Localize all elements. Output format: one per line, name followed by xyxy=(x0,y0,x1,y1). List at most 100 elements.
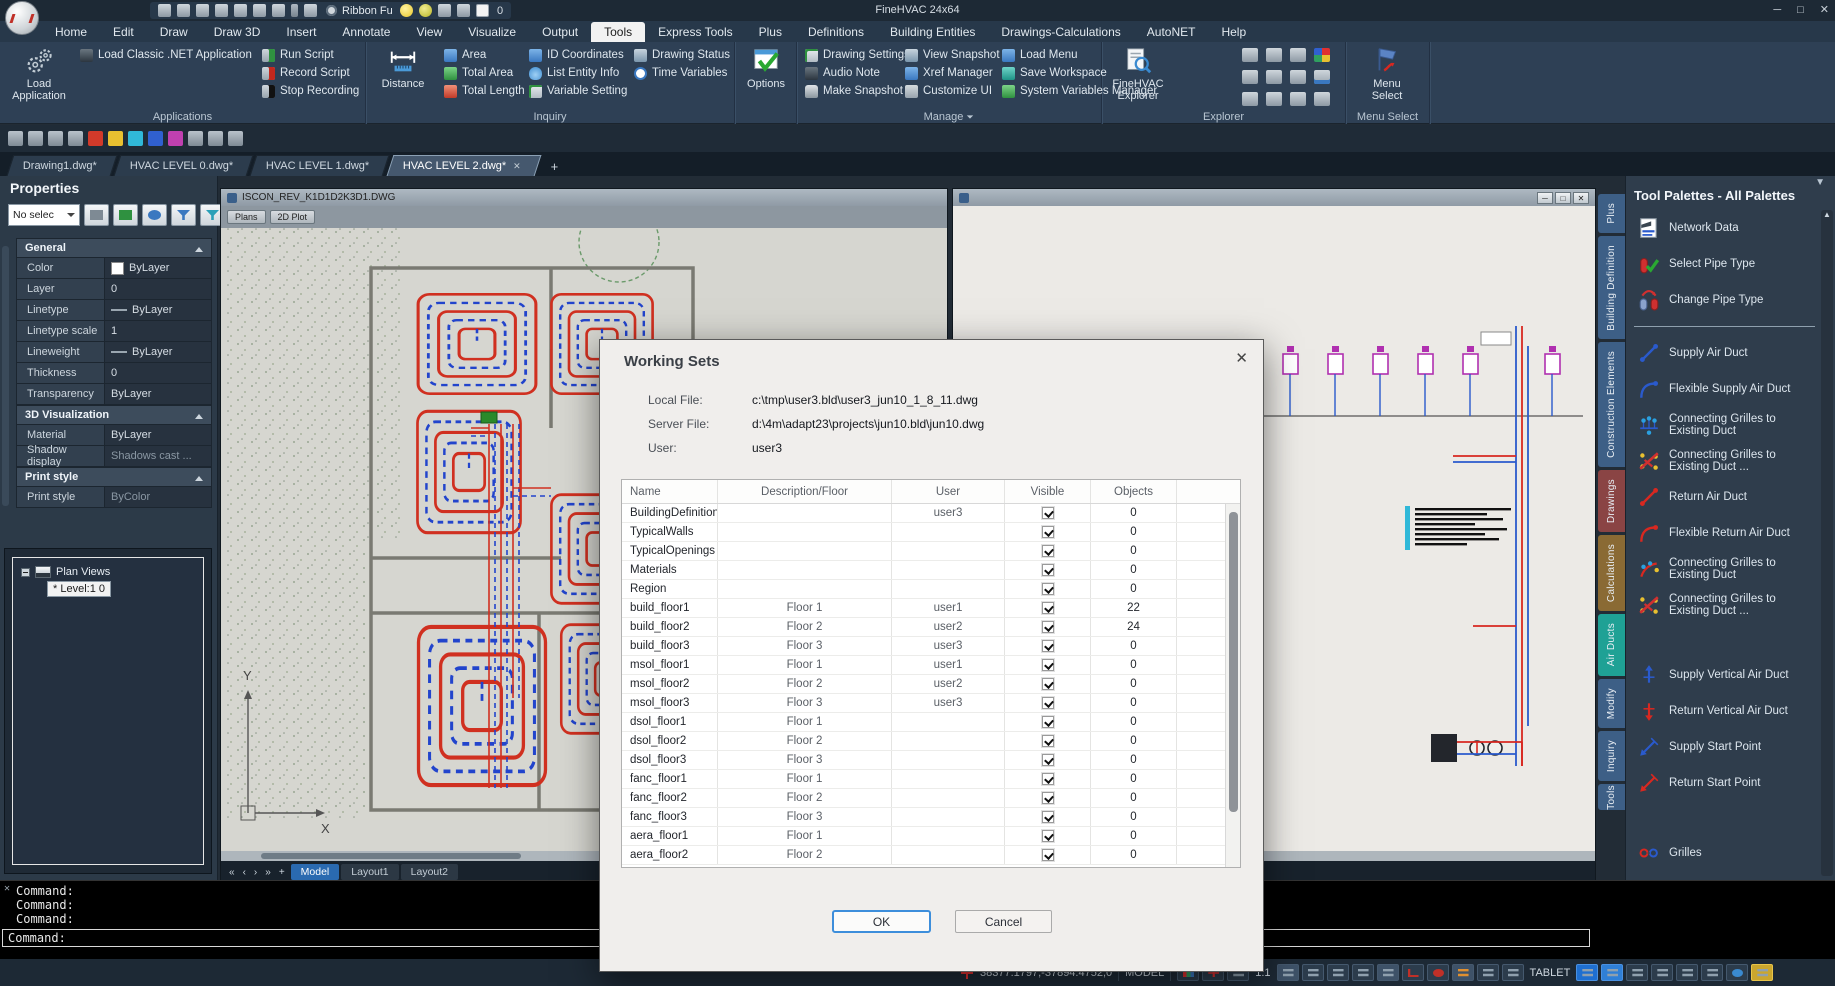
layout-nav-icon[interactable]: + xyxy=(275,867,289,878)
status-tool-icon[interactable] xyxy=(1751,964,1773,981)
inquiry-button[interactable]: Drawing Status xyxy=(634,48,730,62)
property-row[interactable]: TransparencyByLayer xyxy=(16,384,212,405)
working-set-row[interactable]: msol_floor2 Floor 2 user2 0 xyxy=(622,675,1240,694)
drawing-window-titlebar[interactable]: ISCON_REV_K1D1D2K3D1.DWG xyxy=(221,189,947,206)
new-drawing-tab-button[interactable]: + xyxy=(545,157,565,176)
status-tool-icon[interactable] xyxy=(1601,964,1623,981)
explorer-tool-icon[interactable] xyxy=(1266,48,1282,62)
toolbar-icon[interactable] xyxy=(88,131,103,146)
working-set-row[interactable]: aera_floor1 Floor 1 0 xyxy=(622,827,1240,846)
side-tab[interactable]: Tools xyxy=(1598,784,1625,810)
menu-tab[interactable]: Home xyxy=(42,22,100,42)
status-tool-icon[interactable] xyxy=(1651,964,1673,981)
column-header-objects[interactable]: Objects xyxy=(1091,480,1177,503)
working-set-row[interactable]: dsol_floor1 Floor 1 0 xyxy=(622,713,1240,732)
palette-tool[interactable]: Flexible Supply Air Duct xyxy=(1630,371,1819,407)
status-toggle-icon[interactable] xyxy=(1427,964,1449,981)
palette-tool[interactable]: Connecting Grilles to Existing Duct xyxy=(1630,551,1819,587)
toolbar-icon[interactable] xyxy=(128,131,143,146)
quick-access-icon[interactable] xyxy=(400,4,413,17)
palette-tool[interactable]: Return Air Duct xyxy=(1630,479,1819,515)
side-tab[interactable]: Building Definition xyxy=(1598,236,1625,340)
palette-tool[interactable]: Supply Vertical Air Duct xyxy=(1630,657,1819,693)
tablet-toggle[interactable]: TABLET xyxy=(1530,967,1571,979)
column-header-visible[interactable]: Visible xyxy=(1005,480,1091,503)
palette-tool[interactable]: Connecting Grilles to Existing Duct ... xyxy=(1630,443,1819,479)
side-tab[interactable]: Drawings xyxy=(1598,470,1625,532)
visible-checkbox[interactable] xyxy=(1042,792,1054,804)
close-icon[interactable]: ✕ xyxy=(1235,349,1248,367)
plan-views-level-item[interactable]: * Level:1 0 xyxy=(47,581,111,597)
window-button[interactable]: □ xyxy=(1797,0,1804,21)
status-tool-icon[interactable] xyxy=(1701,964,1723,981)
explorer-tool-icon[interactable] xyxy=(1290,92,1306,106)
working-set-row[interactable]: Materials 0 xyxy=(622,561,1240,580)
toolbar-icon[interactable] xyxy=(28,131,43,146)
dialog-title[interactable]: Working Sets xyxy=(624,353,720,370)
quick-access-icon[interactable] xyxy=(177,4,190,17)
menu-tab[interactable]: Building Entities xyxy=(877,22,988,42)
explorer-tool-icon[interactable] xyxy=(1290,70,1306,84)
layout-nav-icon[interactable]: › xyxy=(250,867,261,878)
visible-checkbox[interactable] xyxy=(1042,754,1054,766)
visible-checkbox[interactable] xyxy=(1042,507,1054,519)
manage-button[interactable]: Make Snapshot xyxy=(805,84,910,98)
quick-access-icon[interactable] xyxy=(253,4,266,17)
section-header-print-style[interactable]: Print style xyxy=(16,467,212,487)
drawing-tab[interactable]: Drawing1.dwg* xyxy=(7,155,118,176)
status-tool-icon[interactable] xyxy=(1676,964,1698,981)
inquiry-button[interactable]: Variable Setting xyxy=(529,84,627,98)
toolbar-icon[interactable] xyxy=(68,131,83,146)
column-header-description[interactable]: Description/Floor xyxy=(718,480,892,503)
load-application-button[interactable]: Load Application xyxy=(10,46,68,108)
status-tool-icon[interactable] xyxy=(1626,964,1648,981)
working-set-row[interactable]: aera_floor2 Floor 2 0 xyxy=(622,846,1240,865)
column-header-user[interactable]: User xyxy=(892,480,1005,503)
explorer-tool-icon[interactable] xyxy=(1266,92,1282,106)
layout-nav-icon[interactable]: ‹ xyxy=(239,867,250,878)
menu-tab[interactable]: Draw 3D xyxy=(201,22,274,42)
explorer-tool-icon[interactable] xyxy=(1242,92,1258,106)
status-toggle-icon[interactable] xyxy=(1302,964,1324,981)
working-set-row[interactable]: dsol_floor3 Floor 3 0 xyxy=(622,751,1240,770)
explorer-tool-icon[interactable] xyxy=(1242,48,1258,62)
drawing-tab[interactable]: HVAC LEVEL 2.dwg* xyxy=(386,155,541,176)
palette-tool[interactable]: Supply Start Point xyxy=(1630,729,1819,765)
side-tab[interactable]: Modify xyxy=(1598,679,1625,728)
palette-tool[interactable]: Grilles xyxy=(1630,835,1819,871)
explorer-tool-icon[interactable] xyxy=(1314,70,1330,84)
quick-access-icon[interactable] xyxy=(291,4,298,17)
layout-nav-icon[interactable]: » xyxy=(261,867,275,878)
status-tool-icon[interactable] xyxy=(1576,964,1598,981)
working-set-row[interactable]: build_floor3 Floor 3 user3 0 xyxy=(622,637,1240,656)
view-button[interactable]: Plans xyxy=(227,210,266,224)
palette-tool[interactable]: Change Pipe Type xyxy=(1630,282,1819,318)
quick-access-icon[interactable] xyxy=(419,4,432,17)
status-toggle-icon[interactable] xyxy=(1377,964,1399,981)
menu-tab[interactable]: Definitions xyxy=(795,22,877,42)
menu-select-button[interactable]: Menu Select xyxy=(1358,46,1416,108)
visible-checkbox[interactable] xyxy=(1042,602,1054,614)
view-button[interactable]: 2D Plot xyxy=(270,210,316,224)
property-row[interactable]: ColorByLayer xyxy=(16,258,212,279)
drawing-window-titlebar[interactable]: ─□✕ xyxy=(953,189,1595,206)
properties-tool-icon[interactable] xyxy=(113,204,138,226)
status-toggle-icon[interactable] xyxy=(1502,964,1524,981)
layout-tab[interactable]: Layout2 xyxy=(401,864,458,880)
visible-checkbox[interactable] xyxy=(1042,849,1054,861)
visible-checkbox[interactable] xyxy=(1042,678,1054,690)
properties-tool-icon[interactable] xyxy=(84,204,109,226)
status-toggle-icon[interactable] xyxy=(1277,964,1299,981)
quick-access-icon[interactable] xyxy=(196,4,209,17)
properties-tool-icon[interactable] xyxy=(142,204,167,226)
quick-access-icon[interactable] xyxy=(158,4,171,17)
visible-checkbox[interactable] xyxy=(1042,564,1054,576)
menu-tab[interactable]: Annotate xyxy=(329,22,403,42)
layout-tab[interactable]: Model xyxy=(291,864,340,880)
property-row[interactable]: Linetype scale1 xyxy=(16,321,212,342)
visible-checkbox[interactable] xyxy=(1042,526,1054,538)
manage-button[interactable]: Customize UI xyxy=(905,84,1000,98)
inquiry-button[interactable]: List Entity Info xyxy=(529,66,627,80)
finehvac-explorer-button[interactable]: FineHVAC Explorer xyxy=(1106,46,1170,108)
quick-access-icon[interactable] xyxy=(304,4,317,17)
